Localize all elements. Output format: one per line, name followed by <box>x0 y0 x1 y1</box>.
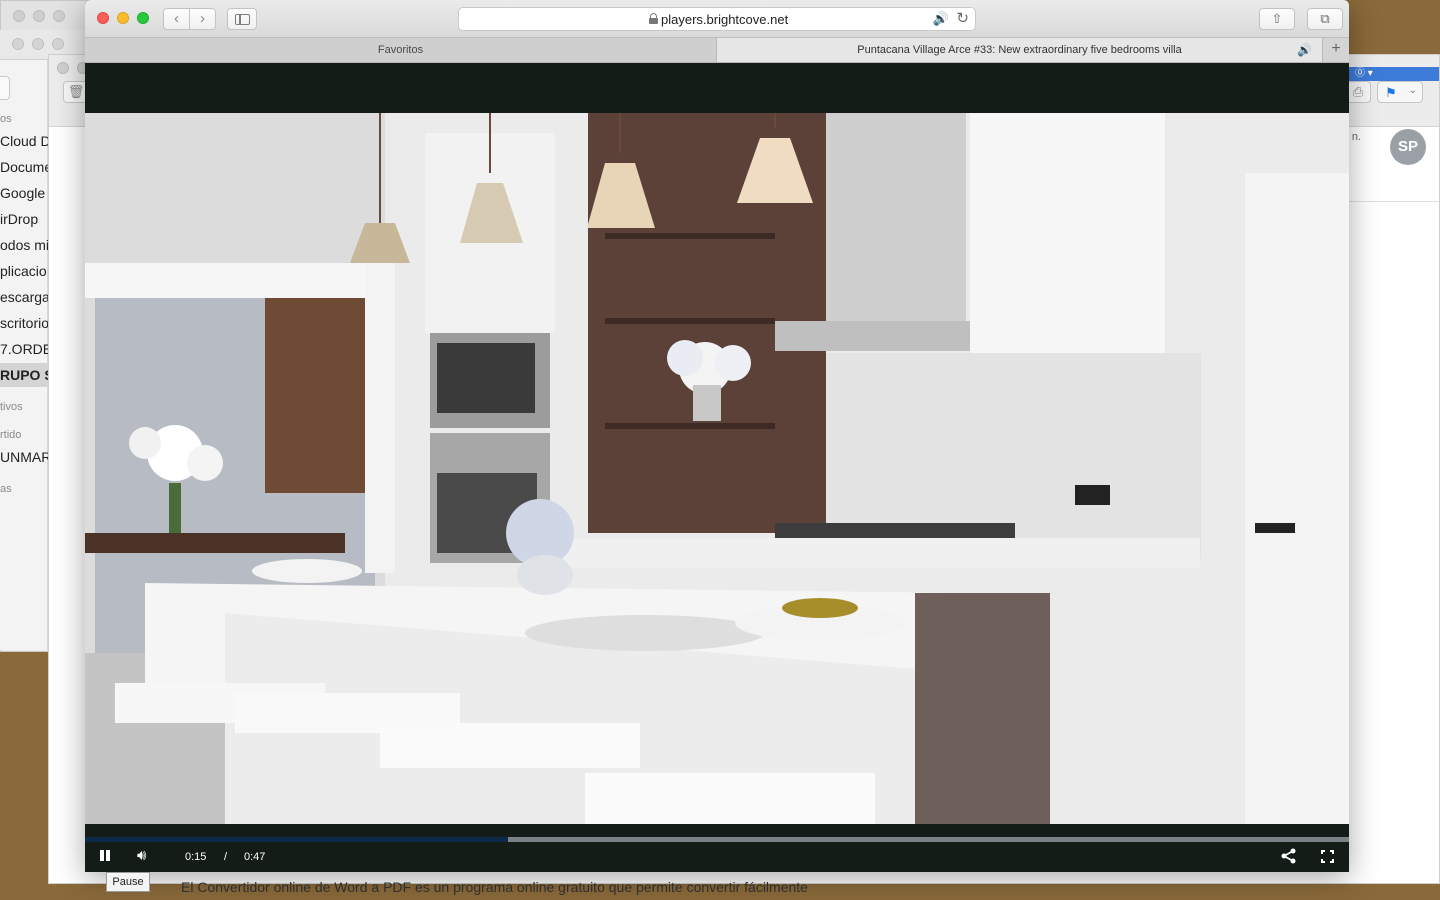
close-window-icon[interactable] <box>97 12 109 24</box>
url-text: players.brightcove.net <box>661 12 789 27</box>
progress-bar[interactable] <box>85 837 1349 842</box>
finder-sidebar: os Cloud Dr Documen Google D irDrop odos… <box>0 60 62 650</box>
back-button[interactable]: ‹ <box>163 8 190 30</box>
sidebar-item[interactable]: escarga <box>0 289 50 305</box>
sidebar-section-header: rtido <box>0 429 22 441</box>
chevron-left-icon: ‹ <box>174 10 179 27</box>
minimize-window-icon[interactable] <box>117 12 129 24</box>
share-nodes-icon[interactable] <box>1281 848 1297 864</box>
mail-body-text: El Convertidor online de Word a PDF es u… <box>181 879 808 895</box>
time-separator: / <box>224 851 228 863</box>
mail-divider <box>1347 201 1439 202</box>
printer-icon: ⎙ <box>1352 84 1364 99</box>
sidebar-item[interactable]: irDrop <box>0 211 38 227</box>
new-tab-button[interactable]: + <box>1322 38 1349 62</box>
kitchen-video-image <box>85 113 1349 824</box>
window-close-icon[interactable] <box>13 10 25 22</box>
lock-icon <box>649 13 658 24</box>
duration: 0:47 <box>244 851 266 863</box>
reload-icon[interactable]: ↻ <box>956 9 969 27</box>
forward-button[interactable]: › <box>189 8 216 30</box>
progress-fill <box>85 837 509 842</box>
tab-bar: Favoritos Puntacana Village Arce #33: Ne… <box>85 38 1349 63</box>
tab-label: Favoritos <box>377 44 424 56</box>
chevron-right-icon: › <box>200 10 205 27</box>
window-close-icon[interactable] <box>12 38 24 50</box>
speaker-icon[interactable]: 🔊 <box>1297 38 1312 62</box>
window-zoom-icon[interactable] <box>53 10 65 22</box>
sidebar-button-fragment[interactable] <box>0 76 10 100</box>
show-tabs-button[interactable]: ⧉ <box>1307 8 1343 30</box>
window-close-icon[interactable] <box>57 62 69 74</box>
browser-toolbar: ‹ › players.brightcove.net 🔊 ↻ ⇧ ⧉ <box>85 0 1349 38</box>
volume-icon[interactable]: 🔊︎ <box>137 847 146 864</box>
speaker-icon[interactable]: 🔊 <box>933 11 949 27</box>
player-controls: 🔊︎ 0:15 / 0:47 <box>85 824 1349 872</box>
mail-header-fragment: n. <box>1351 131 1361 143</box>
sidebar-item-selected[interactable]: RUPO S <box>0 363 54 387</box>
video-frame[interactable] <box>85 113 1349 824</box>
window-zoom-icon[interactable] <box>52 38 64 50</box>
mail-badge-fragment[interactable]: ⓪ ▾ <box>1347 67 1439 81</box>
trash-icon: 🗑 <box>67 84 85 99</box>
video-player: 🔊︎ 0:15 / 0:47 <box>85 63 1349 872</box>
sender-avatar[interactable]: SP <box>1390 129 1426 165</box>
sidebar-item[interactable]: UNMAR <box>0 449 51 465</box>
window-minimize-icon[interactable] <box>33 10 45 22</box>
fullscreen-icon[interactable] <box>1321 850 1334 863</box>
share-icon: ⇧ <box>1271 11 1283 26</box>
tab-active-video[interactable]: Puntacana Village Arce #33: New extraord… <box>717 38 1322 62</box>
current-time: 0:15 <box>185 851 207 863</box>
share-button[interactable]: ⇧ <box>1259 8 1295 30</box>
flag-button[interactable]: ⚑ ⌄ <box>1377 81 1423 103</box>
sidebar-section-header: os <box>0 113 12 125</box>
pause-icon[interactable] <box>99 850 111 863</box>
tab-label: Puntacana Village Arce #33: New extraord… <box>857 44 1182 56</box>
sidebar-item[interactable]: Cloud Dr <box>0 133 55 149</box>
tabs-icon: ⧉ <box>1320 11 1330 26</box>
window-minimize-icon[interactable] <box>32 38 44 50</box>
zoom-window-icon[interactable] <box>137 12 149 24</box>
address-bar[interactable]: players.brightcove.net 🔊 ↻ <box>458 7 976 31</box>
pause-tooltip: Pause <box>106 872 150 892</box>
sidebar-section-header: as <box>0 483 12 495</box>
tab-favoritos[interactable]: Favoritos <box>85 38 717 62</box>
sidebar-icon <box>235 14 250 25</box>
sidebar-toggle-button[interactable] <box>227 8 257 30</box>
sidebar-section-header: tivos <box>0 401 23 413</box>
safari-window: ‹ › players.brightcove.net 🔊 ↻ ⇧ ⧉ Favor… <box>85 0 1349 872</box>
sidebar-item[interactable]: plicacio <box>0 263 47 279</box>
chevron-down-icon: ⌄ <box>1408 85 1417 96</box>
flag-icon: ⚑ <box>1385 85 1397 100</box>
sidebar-item[interactable]: scritorio <box>0 315 49 331</box>
